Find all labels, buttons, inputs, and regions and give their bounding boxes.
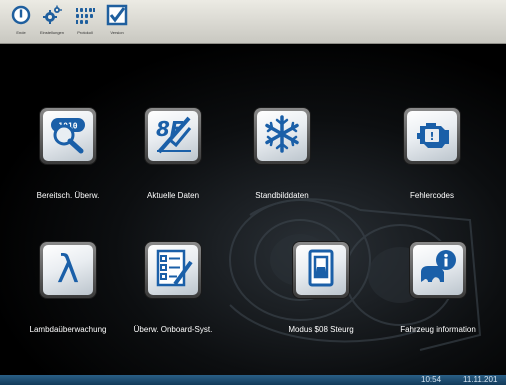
svg-text:!: !: [429, 130, 434, 143]
tile-readiness-monitor[interactable]: 1010 Bereitsch. Überw.: [13, 108, 123, 218]
tile-mode-08-control[interactable]: Modus $08 Steurg: [266, 242, 376, 352]
tile-freeze-frame[interactable]: Standbilddaten: [227, 108, 337, 218]
status-date: 11.11.201: [463, 375, 498, 384]
settings-label: Einstellungen: [39, 30, 65, 35]
tile-frame: [254, 108, 310, 164]
tile-label: Standbilddaten: [255, 191, 309, 200]
tile-live-data[interactable]: 8F Aktuelle Daten: [118, 108, 228, 218]
status-time: 10:54: [421, 375, 442, 384]
tile-frame: λ: [40, 242, 96, 298]
tile-frame: !: [404, 108, 460, 164]
tile-label: Fehlercodes: [409, 191, 455, 200]
checklist-icon: [153, 248, 193, 293]
readiness-monitor-icon: 1010: [48, 114, 88, 159]
settings-button[interactable]: Einstellungen: [37, 3, 67, 41]
main-menu-area: 1010 Bereitsch. Überw. 8F Aktuelle Daten: [0, 45, 506, 375]
switch-icon: [301, 248, 341, 293]
top-toolbar: Ende Einstellungen Protokoll Version: [0, 0, 506, 44]
live-data-icon: 8F: [153, 114, 193, 159]
binary-log-icon: [74, 3, 96, 27]
engine-fault-icon: !: [412, 114, 452, 159]
tile-label: Überw. Onboard-Syst.: [133, 325, 213, 334]
status-bar: 10:54 11.11.201: [0, 375, 506, 385]
exit-button[interactable]: Ende: [6, 3, 36, 41]
snowflake-icon: [262, 114, 302, 159]
tile-label: Lambdaüberwachung: [29, 325, 107, 334]
log-button[interactable]: Protokoll: [70, 3, 100, 41]
version-button[interactable]: Version: [102, 3, 132, 41]
power-icon: [10, 3, 32, 27]
tile-frame: [410, 242, 466, 298]
svg-text:λ: λ: [57, 248, 80, 288]
checkbox-icon: [106, 3, 128, 27]
log-label: Protokoll: [77, 30, 93, 35]
version-label: Version: [110, 30, 124, 35]
gears-icon: [41, 3, 63, 27]
tile-frame: [145, 242, 201, 298]
tile-frame: 1010: [40, 108, 96, 164]
tile-label: Modus $08 Steurg: [288, 325, 354, 334]
vehicle-info-icon: [418, 248, 458, 293]
tile-lambda-monitoring[interactable]: λ Lambdaüberwachung: [13, 242, 123, 352]
tile-fault-codes[interactable]: ! Fehlercodes: [377, 108, 487, 218]
tile-frame: [293, 242, 349, 298]
exit-label: Ende: [16, 30, 26, 35]
tile-frame: 8F: [145, 108, 201, 164]
tile-label: Aktuelle Daten: [146, 191, 200, 200]
lambda-icon: λ: [48, 247, 88, 293]
tile-onboard-monitoring[interactable]: Überw. Onboard-Syst.: [118, 242, 228, 352]
tile-label: Fahrzeug information: [400, 325, 476, 334]
tile-label: Bereitsch. Überw.: [36, 191, 100, 200]
tile-vehicle-information[interactable]: Fahrzeug information: [383, 242, 493, 352]
